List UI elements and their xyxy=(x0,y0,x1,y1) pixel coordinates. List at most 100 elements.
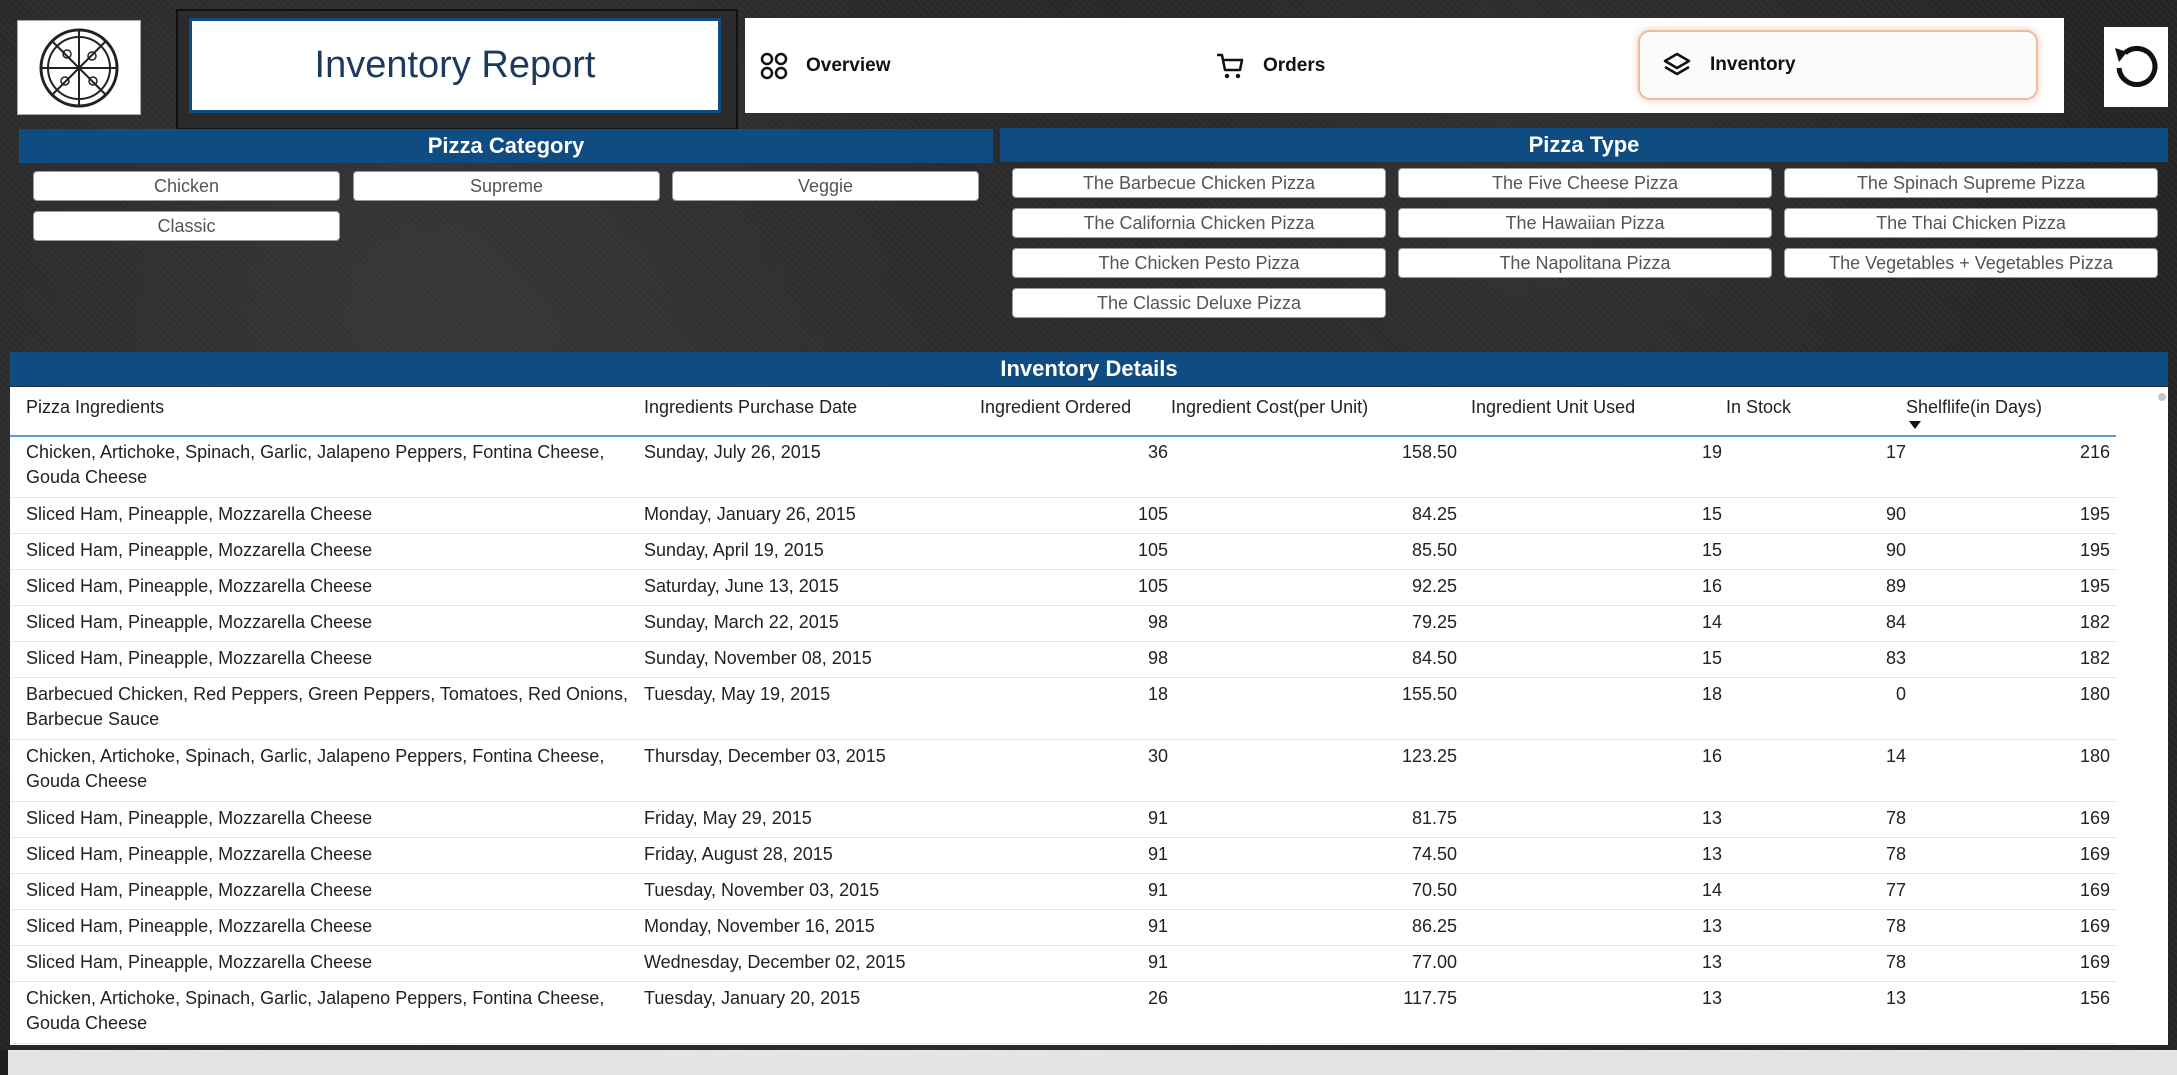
table-cell: 98 xyxy=(1147,648,1168,668)
table-cell: Thursday, December 03, 2015 xyxy=(644,746,886,766)
column-header[interactable]: Shelflife(in Days) xyxy=(1906,397,2042,418)
pizza-type-option[interactable]: The Classic Deluxe Pizza xyxy=(1012,288,1386,318)
table-cell: 83 xyxy=(1885,648,1906,668)
column-header[interactable]: In Stock xyxy=(1726,397,1791,418)
nav-overview-button[interactable]: Overview xyxy=(760,18,891,113)
table-row[interactable]: Barbecued Chicken, Red Peppers, Green Pe… xyxy=(10,677,2116,740)
pizza-category-title: Pizza Category xyxy=(427,133,585,158)
table-cell: Sunday, March 22, 2015 xyxy=(644,612,839,632)
pizza-type-option[interactable]: The Barbecue Chicken Pizza xyxy=(1012,168,1386,198)
pizza-type-option[interactable]: The Hawaiian Pizza xyxy=(1398,208,1772,238)
table-row[interactable]: Sliced Ham, Pineapple, Mozzarella Cheese… xyxy=(10,909,2116,946)
table-cell: 15 xyxy=(1701,540,1722,560)
table-cell: 19 xyxy=(1701,442,1722,462)
table-row[interactable]: Sliced Ham, Pineapple, Mozzarella Cheese… xyxy=(10,497,2116,534)
category-option[interactable]: Veggie xyxy=(672,171,979,201)
table-row[interactable]: Chicken, Artichoke, Spinach, Garlic, Jal… xyxy=(10,739,2116,802)
table-cell: 17 xyxy=(1885,442,1906,462)
table-cell: Friday, August 28, 2015 xyxy=(644,844,833,864)
table-cell: Sliced Ham, Pineapple, Mozzarella Cheese xyxy=(26,844,373,864)
column-header[interactable]: Ingredient Cost(per Unit) xyxy=(1171,397,1368,418)
table-cell: Sliced Ham, Pineapple, Mozzarella Cheese xyxy=(26,648,373,668)
category-option[interactable]: Supreme xyxy=(353,171,660,201)
table-cell: 13 xyxy=(1701,808,1722,828)
table-header-row: Pizza Ingredients Ingredients Purchase D… xyxy=(10,387,2116,437)
cart-icon xyxy=(1217,53,1244,78)
table-cell: 182 xyxy=(2079,612,2110,632)
table-row[interactable]: Sliced Ham, Pineapple, Mozzarella Cheese… xyxy=(10,837,2116,874)
column-header[interactable]: Pizza Ingredients xyxy=(26,397,164,418)
table-row[interactable]: Sliced Ham, Pineapple, Mozzarella Cheese… xyxy=(10,569,2116,606)
table-cell: 78 xyxy=(1885,844,1906,864)
table-cell: 90 xyxy=(1885,504,1906,524)
table-cell: Sliced Ham, Pineapple, Mozzarella Cheese xyxy=(26,504,373,524)
table-cell: 91 xyxy=(1147,808,1168,828)
pizza-type-option[interactable]: The Vegetables + Vegetables Pizza xyxy=(1784,248,2158,278)
inventory-table[interactable]: Pizza Ingredients Ingredients Purchase D… xyxy=(10,387,2168,1045)
table-cell: Sliced Ham, Pineapple, Mozzarella Cheese xyxy=(26,576,373,596)
table-cell: 90 xyxy=(1885,540,1906,560)
scrollbar[interactable] xyxy=(2158,393,2166,401)
table-cell: 195 xyxy=(2079,540,2110,560)
column-header[interactable]: Ingredients Purchase Date xyxy=(644,397,857,418)
footer-bar xyxy=(8,1050,2177,1075)
table-cell: Sunday, July 26, 2015 xyxy=(644,442,821,462)
table-cell: 180 xyxy=(2079,746,2110,766)
table-cell: 180 xyxy=(2079,684,2110,704)
pizza-type-option[interactable]: The Napolitana Pizza xyxy=(1398,248,1772,278)
category-option[interactable]: Classic xyxy=(33,211,340,241)
table-cell: 36 xyxy=(1147,442,1168,462)
pizza-type-option[interactable]: The California Chicken Pizza xyxy=(1012,208,1386,238)
table-cell: 81.75 xyxy=(1411,808,1457,828)
table-cell: 84.50 xyxy=(1411,648,1457,668)
table-row[interactable]: Chicken, Artichoke, Spinach, Garlic, Jal… xyxy=(10,435,2116,498)
table-cell: 91 xyxy=(1147,880,1168,900)
column-header[interactable]: Ingredient Ordered xyxy=(980,397,1131,418)
pizza-category-header: Pizza Category xyxy=(19,129,993,163)
table-cell: Friday, May 29, 2015 xyxy=(644,808,812,828)
table-row[interactable]: Sliced Ham, Pineapple, Mozzarella Cheese… xyxy=(10,641,2116,678)
table-cell: Sliced Ham, Pineapple, Mozzarella Cheese xyxy=(26,612,373,632)
table-cell: 216 xyxy=(2079,442,2110,462)
table-row[interactable]: Sliced Ham, Pineapple, Mozzarella Cheese… xyxy=(10,801,2116,838)
nav-orders-label: Orders xyxy=(1263,54,1326,76)
table-cell: 0 xyxy=(1895,684,1906,704)
table-cell: 92.25 xyxy=(1411,576,1457,596)
table-cell: 18 xyxy=(1147,684,1168,704)
table-cell: 98 xyxy=(1147,612,1168,632)
pizza-type-option[interactable]: The Spinach Supreme Pizza xyxy=(1784,168,2158,198)
table-cell: 85.50 xyxy=(1411,540,1457,560)
pizza-type-option[interactable]: The Thai Chicken Pizza xyxy=(1784,208,2158,238)
table-cell: 169 xyxy=(2079,808,2110,828)
table-cell: Saturday, June 13, 2015 xyxy=(644,576,839,596)
pizza-type-option[interactable]: The Chicken Pesto Pizza xyxy=(1012,248,1386,278)
table-cell: 182 xyxy=(2079,648,2110,668)
table-row[interactable]: Sliced Ham, Pineapple, Mozzarella Cheese… xyxy=(10,873,2116,910)
nav-overview-label: Overview xyxy=(806,54,891,76)
table-cell: Sliced Ham, Pineapple, Mozzarella Cheese xyxy=(26,916,373,936)
pizza-type-option[interactable]: The Five Cheese Pizza xyxy=(1398,168,1772,198)
table-cell: 123.25 xyxy=(1401,746,1457,766)
layers-icon xyxy=(1663,52,1691,76)
table-row[interactable]: Chicken, Artichoke, Spinach, Garlic, Jal… xyxy=(10,981,2116,1044)
grid-icon xyxy=(760,52,788,79)
table-cell: Sliced Ham, Pineapple, Mozzarella Cheese xyxy=(26,952,373,972)
reset-button[interactable] xyxy=(2104,27,2168,107)
nav-inventory-button[interactable]: Inventory xyxy=(1638,30,2038,100)
table-row[interactable]: Sliced Ham, Pineapple, Mozzarella Cheese… xyxy=(10,605,2116,642)
category-option[interactable]: Chicken xyxy=(33,171,340,201)
inventory-details-header: Inventory Details xyxy=(10,352,2168,386)
table-cell: 14 xyxy=(1701,612,1722,632)
table-cell: 70.50 xyxy=(1411,880,1457,900)
table-cell: Sliced Ham, Pineapple, Mozzarella Cheese xyxy=(26,540,373,560)
table-cell: 15 xyxy=(1701,648,1722,668)
page-title-box: Inventory Report xyxy=(189,18,721,113)
table-cell: 13 xyxy=(1701,844,1722,864)
column-header[interactable]: Ingredient Unit Used xyxy=(1471,397,1635,418)
nav-orders-button[interactable]: Orders xyxy=(1215,18,1325,113)
table-cell: Tuesday, May 19, 2015 xyxy=(644,684,831,704)
table-row[interactable]: Sliced Ham, Pineapple, Mozzarella Cheese… xyxy=(10,533,2116,570)
nav-bar: Overview Orders Inventory xyxy=(745,18,2064,113)
table-row[interactable]: Sliced Ham, Pineapple, Mozzarella Cheese… xyxy=(10,945,2116,982)
table-cell: Tuesday, January 20, 2015 xyxy=(644,988,861,1008)
